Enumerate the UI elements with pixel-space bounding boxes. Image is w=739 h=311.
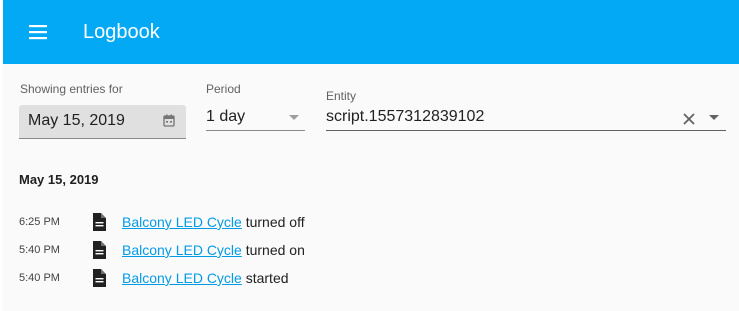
app-toolbar: Logbook — [3, 0, 739, 64]
filter-bar: Showing entries for May 15, 2019 Period … — [19, 64, 739, 146]
date-label: Showing entries for — [20, 82, 123, 96]
entity-combobox[interactable]: script.1557312839102 — [326, 104, 726, 131]
entry-message: started — [245, 270, 289, 286]
menu-button[interactable] — [23, 18, 55, 46]
log-entry: 5:40 PM Balcony LED Cycle turned on — [19, 241, 719, 261]
close-icon[interactable] — [682, 112, 696, 126]
entity-link[interactable]: Balcony LED Cycle — [122, 242, 242, 258]
log-entry: 6:25 PM Balcony LED Cycle turned off — [19, 213, 719, 233]
logbook-panel: Logbook Showing entries for May 15, 2019… — [3, 0, 739, 311]
period-value: 1 day — [206, 108, 246, 125]
period-label: Period — [206, 82, 241, 96]
log-day-header: May 15, 2019 — [19, 172, 99, 187]
entry-message: turned on — [245, 242, 305, 258]
calendar-icon — [163, 114, 175, 127]
file-document-icon — [93, 269, 106, 287]
date-value: May 15, 2019 — [28, 112, 125, 129]
file-document-icon — [93, 213, 106, 231]
entry-time: 5:40 PM — [19, 272, 60, 284]
page-title: Logbook — [83, 21, 160, 43]
entry-time: 6:25 PM — [19, 216, 60, 228]
entry-message: turned off — [245, 214, 305, 230]
caret-down-icon[interactable] — [708, 115, 720, 121]
entity-link[interactable]: Balcony LED Cycle — [122, 214, 242, 230]
entity-label: Entity — [326, 89, 357, 103]
entity-value: script.1557312839102 — [326, 108, 485, 125]
log-entry: 5:40 PM Balcony LED Cycle started — [19, 269, 719, 289]
caret-down-icon — [289, 115, 299, 120]
date-picker[interactable]: May 15, 2019 — [19, 105, 186, 139]
entry-time: 5:40 PM — [19, 244, 60, 256]
period-select[interactable]: 1 day — [206, 104, 305, 131]
entity-link[interactable]: Balcony LED Cycle — [122, 270, 242, 286]
file-document-icon — [93, 241, 106, 259]
hamburger-menu-icon — [29, 25, 47, 40]
